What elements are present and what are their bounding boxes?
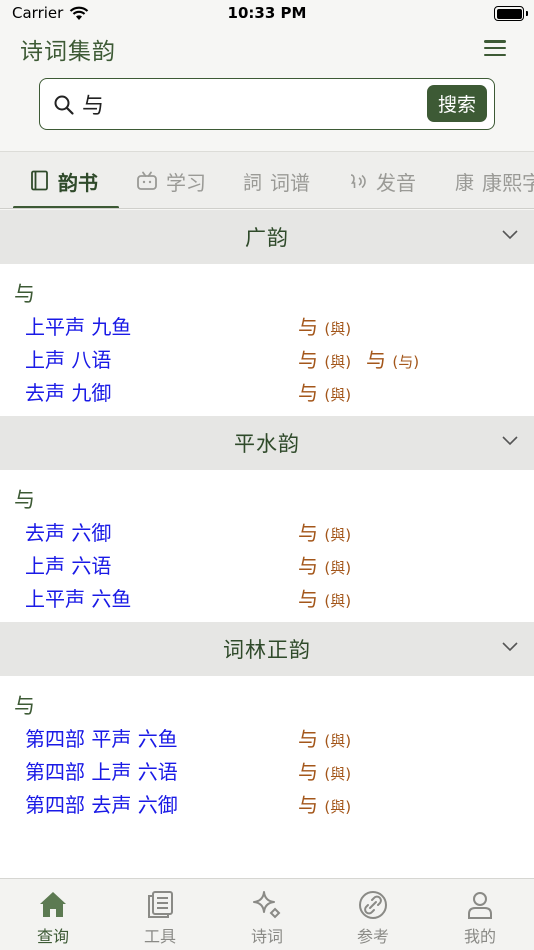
status-time: 10:33 PM — [227, 4, 307, 22]
variant-char: 与 (與) — [298, 554, 352, 578]
rhyme-link[interactable]: 上平声 六鱼 — [25, 583, 131, 612]
search-input[interactable] — [82, 86, 452, 122]
rhyme-row: 上平声 六鱼 与 (與) — [0, 583, 534, 616]
search-box: 搜索 — [39, 78, 495, 130]
variant-char: 与 (與) — [298, 521, 352, 545]
variant-char: 与 (與) — [298, 760, 352, 784]
person-icon — [468, 892, 492, 919]
kang-glyph-icon: 康 — [455, 171, 475, 194]
section-header-cilin[interactable]: 词林正韵 — [0, 622, 534, 676]
tab-rhyme-books[interactable]: 韵书 — [30, 152, 98, 208]
variant-char: 与 (與) — [298, 587, 352, 611]
status-bar: Carrier 10:33 PM — [0, 0, 534, 28]
variant-char: 与 (與) — [298, 727, 352, 751]
rhyme-row: 第四部 去声 六御 与 (與) — [0, 789, 534, 822]
bottom-tab-poetry[interactable]: 诗词 — [227, 889, 307, 947]
rhyme-row: 第四部 平声 六鱼 与 (與) — [0, 723, 534, 756]
tab-kangxi[interactable]: 康 康熙字 — [455, 152, 534, 208]
section-title: 词林正韵 — [223, 638, 311, 662]
variant-char: 与 (與) — [298, 381, 352, 405]
chevron-down-icon — [502, 436, 518, 446]
head-char: 与 — [14, 694, 35, 718]
battery-icon — [494, 6, 524, 21]
menu-icon[interactable] — [484, 40, 506, 57]
category-tabs: 韵书 学习 詞 词谱 发音 康 康熙字 — [0, 151, 534, 209]
link-icon — [359, 891, 387, 919]
rhyme-row: 去声 九御 与 (與) — [0, 377, 534, 410]
section-body-cilin: 与 第四部 平声 六鱼 与 (與) 第四部 上声 六语 与 (與) 第四部 去声… — [0, 676, 534, 878]
head-char: 与 — [14, 282, 35, 306]
section-header-pingshui[interactable]: 平水韵 — [0, 416, 534, 470]
bottom-tab-mine[interactable]: 我的 — [440, 889, 520, 947]
bottom-tab-tools[interactable]: 工具 — [120, 889, 200, 947]
rhyme-row: 上声 八语 与 (與) 与 (与) — [0, 344, 534, 377]
section-body-pingshui: 与 去声 六御 与 (與) 上声 六语 与 (與) 上平声 六鱼 与 (與) — [0, 470, 534, 622]
tv-icon — [137, 171, 157, 190]
tab-study[interactable]: 学习 — [136, 152, 206, 208]
variant-char: 与 (與) — [298, 793, 352, 817]
tab-label: 康熙字 — [482, 170, 534, 195]
bottom-tab-bar: 查询 工具 诗词 参考 我的 — [0, 878, 534, 950]
search-button[interactable]: 搜索 — [427, 85, 487, 122]
bottom-tab-label: 我的 — [463, 927, 496, 946]
section-title: 广韵 — [245, 226, 289, 250]
variant-char: 与 (與) — [298, 315, 352, 339]
variant-char: 与 (与) — [366, 348, 420, 372]
bottom-tab-label: 工具 — [143, 927, 176, 946]
book-icon — [31, 170, 48, 191]
rhyme-row: 上声 六语 与 (與) — [0, 550, 534, 583]
section-title: 平水韵 — [234, 432, 300, 456]
rhyme-row: 上平声 九鱼 与 (與) — [0, 311, 534, 344]
rhyme-link[interactable]: 第四部 平声 六鱼 — [25, 723, 178, 752]
search-icon — [54, 95, 74, 115]
bottom-tab-label: 诗词 — [250, 927, 283, 946]
home-icon — [40, 892, 66, 917]
tab-label: 发音 — [376, 170, 416, 195]
bottom-tab-reference[interactable]: 参考 — [333, 889, 413, 947]
head-char: 与 — [14, 488, 35, 512]
voice-icon — [350, 174, 366, 189]
variant-char: 与 (與) — [298, 348, 352, 372]
bottom-tab-search[interactable]: 查询 — [13, 889, 93, 947]
app-title: 诗词集韵 — [20, 39, 116, 65]
tab-ci-pu[interactable]: 詞 词谱 — [243, 152, 311, 208]
rhyme-row: 第四部 上声 六语 与 (與) — [0, 756, 534, 789]
rhyme-link[interactable]: 去声 九御 — [25, 377, 111, 406]
bottom-tab-label: 查询 — [36, 927, 69, 946]
active-tab-indicator — [13, 206, 119, 208]
tab-label: 韵书 — [58, 170, 98, 195]
rhyme-link[interactable]: 上声 八语 — [25, 344, 111, 373]
section-header-guangyun[interactable]: 广韵 — [0, 210, 534, 264]
tab-label: 词谱 — [270, 170, 311, 195]
rhyme-link[interactable]: 第四部 去声 六御 — [25, 789, 178, 818]
section-body-guangyun: 与 上平声 九鱼 与 (與) 上声 八语 与 (與) 与 (与) 去声 九御 与… — [0, 264, 534, 416]
chevron-down-icon — [502, 230, 518, 240]
ci-glyph-icon: 詞 — [243, 171, 263, 194]
battery-tip — [526, 11, 528, 16]
chevron-down-icon — [502, 642, 518, 652]
sparkle-icon — [253, 891, 281, 919]
rhyme-link[interactable]: 去声 六御 — [25, 517, 111, 546]
tab-pronunciation[interactable]: 发音 — [348, 152, 416, 208]
rhyme-row: 去声 六御 与 (與) — [0, 517, 534, 550]
rhyme-link[interactable]: 上声 六语 — [25, 550, 111, 579]
tab-label: 学习 — [166, 170, 206, 195]
document-icon — [148, 891, 173, 918]
rhyme-link[interactable]: 上平声 九鱼 — [25, 311, 131, 340]
bottom-tab-label: 参考 — [356, 927, 389, 946]
rhyme-link[interactable]: 第四部 上声 六语 — [25, 756, 178, 785]
